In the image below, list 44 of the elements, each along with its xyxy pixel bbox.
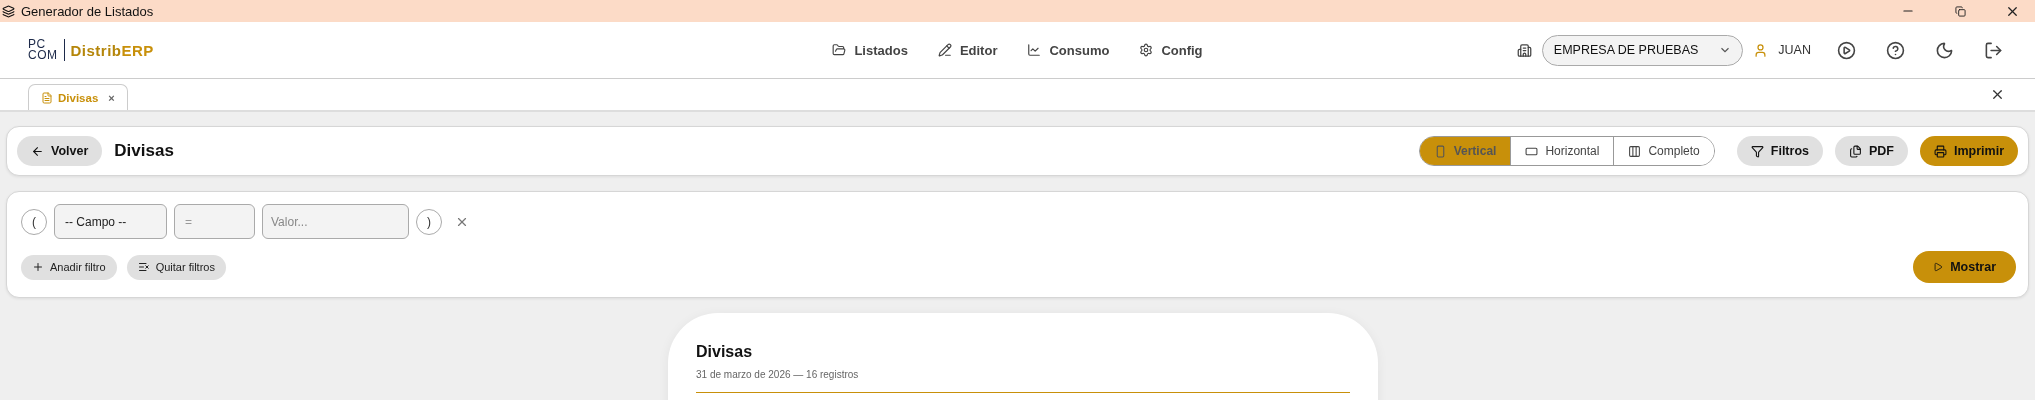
field-select[interactable]: -- Campo -- — [54, 204, 167, 239]
filter-icon — [1750, 144, 1764, 158]
document-icon — [41, 91, 53, 104]
tab[interactable]: Divisas × — [28, 84, 128, 110]
brand-logo: DistribERP — [70, 41, 154, 59]
chart-icon — [1027, 43, 1042, 57]
settings-icon — [1139, 43, 1154, 57]
window-title: Generador de Listados — [21, 3, 155, 19]
folder-icon — [832, 43, 847, 57]
list-remove-icon — [137, 261, 150, 273]
documents-icon — [1849, 144, 1862, 158]
clear-filters-button[interactable]: Quitar filtros — [126, 254, 226, 280]
app-icon — [2, 4, 15, 18]
columns-icon — [1628, 144, 1642, 158]
add-filter-button[interactable]: Anadir filtro — [21, 254, 117, 280]
layout-toggle[interactable]: Completo — [1613, 137, 1714, 165]
company-select[interactable]: EMPRESA DE PRUEBAS — [1541, 34, 1744, 66]
printer-icon — [1934, 144, 1947, 158]
nav-link[interactable]: Listados — [832, 42, 908, 58]
tab-close[interactable]: × — [108, 91, 115, 104]
back-button[interactable]: Volver — [17, 136, 103, 166]
arrow-left-icon — [31, 144, 44, 158]
user-name: JUAN — [1778, 43, 1811, 57]
value-input[interactable]: Valor... — [262, 204, 409, 239]
report-subtitle: 31 de marzo de 2026 — 16 registros — [696, 369, 1350, 393]
logo-mark: PC COM — [28, 39, 65, 61]
nav-link[interactable]: Config — [1139, 42, 1203, 58]
pencil-icon — [937, 43, 952, 57]
play-icon — [1933, 262, 1944, 272]
restore-icon — [1954, 5, 1966, 17]
user-icon — [1753, 42, 1769, 58]
action-button[interactable]: PDF — [1835, 136, 1908, 166]
building-icon — [1516, 42, 1532, 58]
report-title: Divisas — [696, 343, 754, 361]
open-paren-button[interactable]: ( — [21, 208, 47, 235]
close-icon — [1990, 87, 2005, 102]
nav-link[interactable]: Consumo — [1027, 42, 1110, 58]
plus-icon — [32, 261, 44, 273]
nav-link[interactable]: Editor — [937, 42, 998, 58]
close-paren-button[interactable]: ) — [416, 208, 442, 235]
action-button[interactable]: Imprimir — [1920, 136, 2018, 166]
page-title: Divisas — [114, 141, 175, 161]
show-button[interactable]: Mostrar — [1913, 251, 2016, 283]
action-button[interactable]: Filtros — [1736, 136, 1823, 166]
